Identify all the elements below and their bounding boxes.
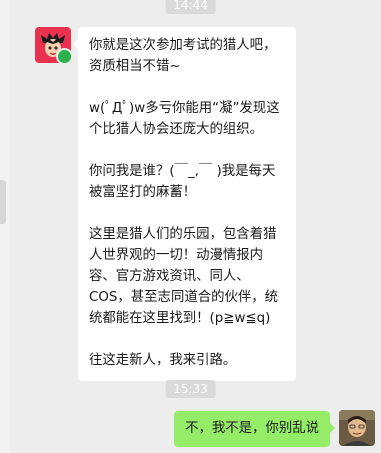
timestamp-middle: 15:33 bbox=[165, 380, 216, 398]
timestamp-top: 14:44 bbox=[165, 0, 216, 14]
sender-avatar[interactable] bbox=[35, 27, 71, 63]
message-paragraph: 你问我是谁？(￣_,￣ )我是每天被富坚打的麻蓄！ bbox=[89, 164, 276, 200]
message-paragraph: 这里是猎人们的乐园，包含着猎人世界观的一切！动漫情报内容、官方游戏资讯、同人、C… bbox=[89, 227, 279, 326]
incoming-message-bubble[interactable]: 你就是这次参加考试的猎人吧，资质相当不错~ w(ﾟДﾟ)w多亏你能用“凝”发现这… bbox=[73, 27, 296, 381]
message-paragraph: 往这走新人，我来引路。 bbox=[89, 353, 237, 368]
message-paragraph: w(ﾟДﾟ)w多亏你能用“凝”发现这个比猎人协会还庞大的组织。 bbox=[89, 101, 280, 137]
user-avatar[interactable] bbox=[339, 410, 375, 446]
outgoing-message-bubble[interactable]: 不，我不是，你别乱说 bbox=[174, 411, 335, 447]
left-edge-strip bbox=[0, 0, 10, 453]
scroll-indicator[interactable] bbox=[0, 180, 6, 224]
verified-badge-icon bbox=[56, 48, 71, 63]
message-paragraph: 你就是这次参加考试的猎人吧，资质相当不错~ bbox=[89, 38, 277, 74]
user-photo-avatar bbox=[339, 410, 375, 446]
